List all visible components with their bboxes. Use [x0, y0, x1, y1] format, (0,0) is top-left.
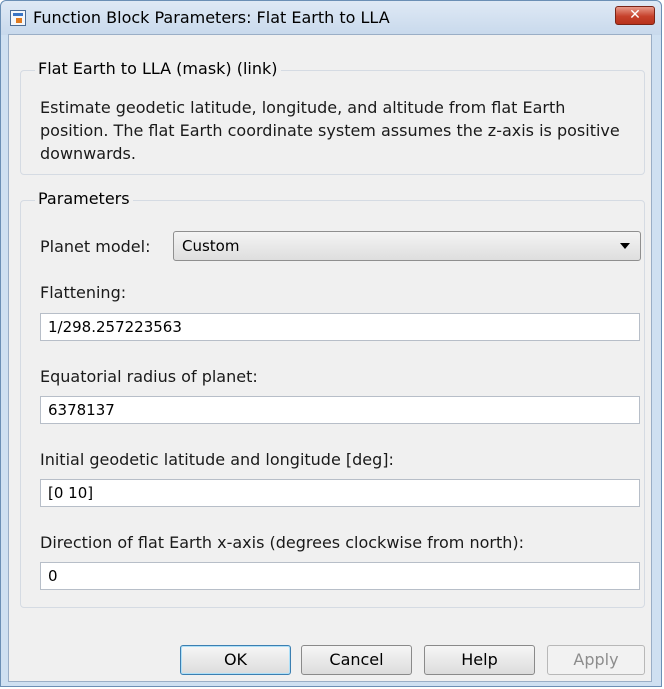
cancel-button[interactable]: Cancel [301, 645, 412, 675]
planet-model-selected-value: Custom [182, 237, 240, 255]
planet-model-label: Planet model: [40, 237, 151, 256]
equatorial-radius-label: Equatorial radius of planet: [40, 367, 258, 386]
planet-model-dropdown[interactable]: Custom [173, 231, 641, 261]
block-description: Estimate geodetic latitude, longitude, a… [40, 98, 620, 163]
simulink-app-icon [10, 10, 26, 26]
initial-lat-lon-input[interactable]: [0 10] [40, 479, 640, 507]
dropdown-arrow-icon [620, 243, 630, 249]
flattening-label: Flattening: [40, 283, 127, 302]
x-axis-direction-label: Direction of flat Earth x-axis (degrees … [40, 533, 524, 552]
help-button[interactable]: Help [424, 645, 535, 675]
parameters-group-title: Parameters [35, 189, 133, 208]
window-title: Function Block Parameters: Flat Earth to… [33, 8, 390, 27]
x-axis-direction-input[interactable]: 0 [40, 562, 640, 590]
close-icon: ✕ [629, 7, 641, 23]
apply-button[interactable]: Apply [547, 645, 645, 675]
flattening-input[interactable]: 1/298.257223563 [40, 313, 640, 341]
description-group-title: Flat Earth to LLA (mask) (link) [35, 59, 281, 78]
ok-button[interactable]: OK [180, 645, 291, 675]
close-button[interactable]: ✕ [615, 6, 655, 25]
equatorial-radius-input[interactable]: 6378137 [40, 396, 640, 424]
title-bar[interactable]: Function Block Parameters: Flat Earth to… [1, 1, 661, 35]
initial-lat-lon-label: Initial geodetic latitude and longitude … [40, 450, 394, 469]
